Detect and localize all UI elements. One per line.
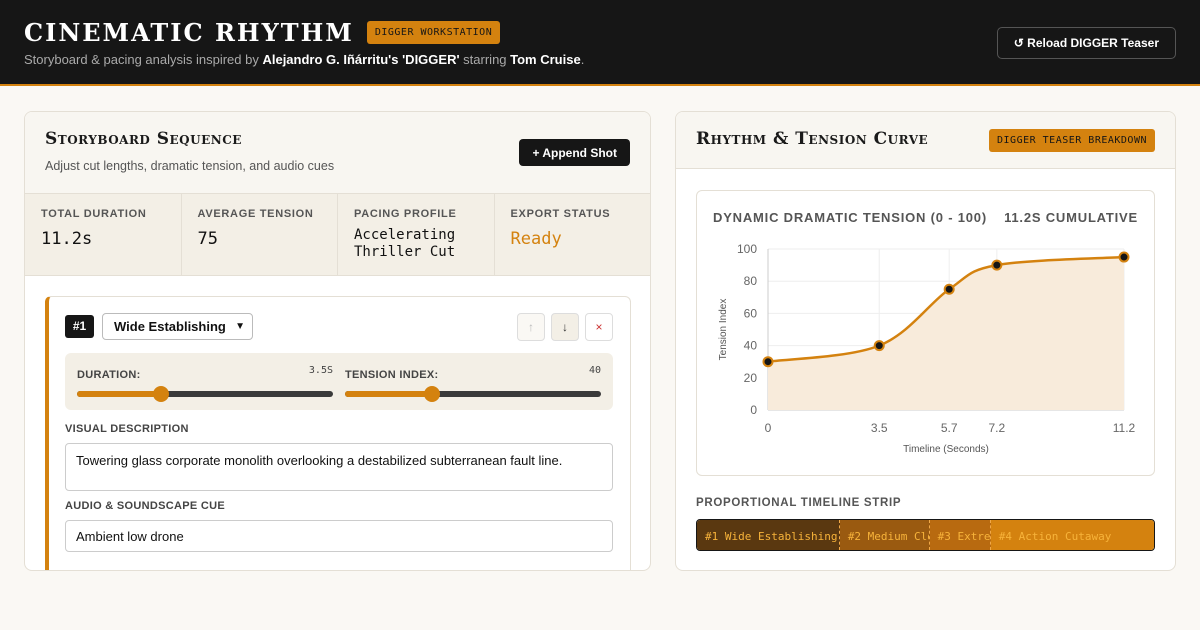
stat-label: EXPORT STATUS (510, 208, 611, 220)
tension-chart: 0 20 40 60 80 100 0 3.5 5.7 7.2 11.2 Timeline (Seco… (718, 242, 1136, 455)
stat-label: TOTAL DURATION (41, 208, 147, 220)
move-up-button[interactable]: ↑ (517, 313, 545, 341)
shot-type-select[interactable]: Wide Establishing ▼ (102, 313, 253, 340)
x-axis-label: Timeline (Seconds) (903, 444, 989, 455)
brand: CINEMATIC RHYTHM DIGGER WORKSTATION (24, 18, 501, 47)
duration-control: DURATION: 3.5S (77, 365, 333, 402)
shot-type-value: Wide Establishing (114, 319, 226, 334)
x-tick-label: 11.2 (1113, 421, 1136, 435)
rhythm-title: Rhythm & Tension Curve (696, 129, 929, 149)
storyboard-panel: Storyboard Sequence Adjust cut lengths, … (24, 111, 651, 571)
x-tick-label: 5.7 (941, 421, 958, 435)
tension-label: TENSION INDEX: (345, 369, 439, 381)
tagline-director: Alejandro G. Iñárritu's 'DIGGER' (262, 52, 460, 67)
tension-slider[interactable] (345, 386, 601, 402)
duration-slider-fill (77, 391, 162, 397)
tension-point (762, 356, 774, 368)
tension-value: 40 (588, 365, 601, 376)
duration-label: DURATION: (77, 369, 141, 381)
teaser-breakdown-badge: DIGGER TEASER BREAKDOWN (989, 129, 1155, 152)
delete-shot-button[interactable]: × (585, 313, 613, 341)
tension-chart-card: DYNAMIC DRAMATIC TENSION (0 - 100) 11.2S… (696, 190, 1155, 476)
stat-export-status: EXPORT STATUS Ready (495, 194, 651, 275)
rhythm-panel: Rhythm & Tension Curve DIGGER TEASER BRE… (675, 111, 1176, 571)
export-status-value: Ready (510, 229, 562, 249)
workstation-badge: DIGGER WORKSTATION (366, 21, 501, 44)
visual-description-field[interactable]: Towering glass corporate monolith overlo… (65, 443, 613, 491)
duration-slider-thumb[interactable] (153, 386, 170, 402)
slider-panel: DURATION: 3.5S TENSION INDEX: 40 (65, 353, 613, 410)
tension-point (873, 340, 885, 352)
duration-value: 3.5S (308, 365, 333, 376)
timeline-segment[interactable]: #2 Medium Close (839, 520, 930, 550)
stat-label: PACING PROFILE (354, 208, 457, 220)
x-tick-label: 3.5 (871, 421, 888, 435)
audio-cue-label: AUDIO & SOUNDSCAPE CUE (65, 500, 226, 512)
tension-area (768, 257, 1124, 410)
y-tick-label: 100 (737, 242, 757, 256)
rhythm-header: Rhythm & Tension Curve DIGGER TEASER BRE… (676, 112, 1175, 169)
tagline-mid: starring (459, 52, 511, 67)
x-tick-label: 0 (765, 421, 772, 435)
stat-value: 75 (197, 229, 218, 249)
reload-teaser-button[interactable]: ↺ Reload DIGGER Teaser (996, 27, 1176, 59)
tagline-star: Tom Cruise (510, 52, 581, 67)
duration-slider[interactable] (77, 386, 333, 402)
timeline-segment[interactable]: #1 Wide Establishing (697, 520, 840, 550)
tension-slider-thumb[interactable] (424, 386, 441, 402)
chevron-down-icon: ▼ (235, 321, 245, 332)
app-header: CINEMATIC RHYTHM DIGGER WORKSTATION Stor… (0, 0, 1200, 86)
shot-card: #1 Wide Establishing ▼ ↑ ↓ × DURATION: 3.… (45, 296, 631, 570)
tension-control: TENSION INDEX: 40 (345, 365, 601, 402)
y-tick-label: 0 (750, 403, 757, 417)
y-axis-label: Tension Index (718, 299, 729, 361)
stat-total-duration: TOTAL DURATION 11.2s (25, 194, 182, 275)
shot-number-badge: #1 (65, 315, 94, 338)
tension-point (991, 259, 1003, 271)
stats-bar: TOTAL DURATION 11.2s AVERAGE TENSION 75 … (25, 194, 650, 276)
storyboard-subtitle: Adjust cut lengths, dramatic tension, an… (45, 159, 335, 173)
tagline-suffix: . (580, 52, 585, 67)
y-tick-label: 60 (744, 306, 758, 320)
timeline-strip-label: PROPORTIONAL TIMELINE STRIP (696, 497, 902, 509)
y-tick-label: 80 (744, 274, 758, 288)
timeline-segment[interactable]: #3 Extreme Close (929, 520, 991, 550)
tagline-prefix: Storyboard & pacing analysis inspired by (24, 52, 263, 67)
stat-value: 11.2s (41, 229, 93, 249)
timeline-segment[interactable]: #4 Action Cutaway (990, 520, 1154, 550)
stat-average-tension: AVERAGE TENSION 75 (182, 194, 338, 275)
stat-pacing-profile: PACING PROFILE Accelerating Thriller Cut (338, 194, 495, 275)
tension-point (1118, 251, 1130, 263)
tension-slider-fill (345, 391, 433, 397)
storyboard-header: Storyboard Sequence Adjust cut lengths, … (25, 112, 650, 194)
move-down-button[interactable]: ↓ (551, 313, 579, 341)
tagline: Storyboard & pacing analysis inspired by… (24, 52, 584, 67)
y-tick-label: 40 (744, 339, 758, 353)
append-shot-button[interactable]: + Append Shot (519, 139, 630, 166)
x-tick-label: 7.2 (989, 421, 1006, 435)
visual-description-label: VISUAL DESCRIPTION (65, 423, 189, 435)
y-tick-label: 20 (744, 371, 758, 385)
tension-point (943, 283, 955, 295)
stat-label: AVERAGE TENSION (197, 208, 314, 220)
audio-cue-field[interactable]: Ambient low drone (65, 520, 613, 552)
stat-value: Accelerating Thriller Cut (354, 227, 456, 260)
storyboard-title: Storyboard Sequence (45, 129, 242, 149)
timeline-strip: #1 Wide Establishing#2 Medium Close#3 Ex… (696, 519, 1155, 551)
app-title: CINEMATIC RHYTHM (24, 18, 354, 47)
